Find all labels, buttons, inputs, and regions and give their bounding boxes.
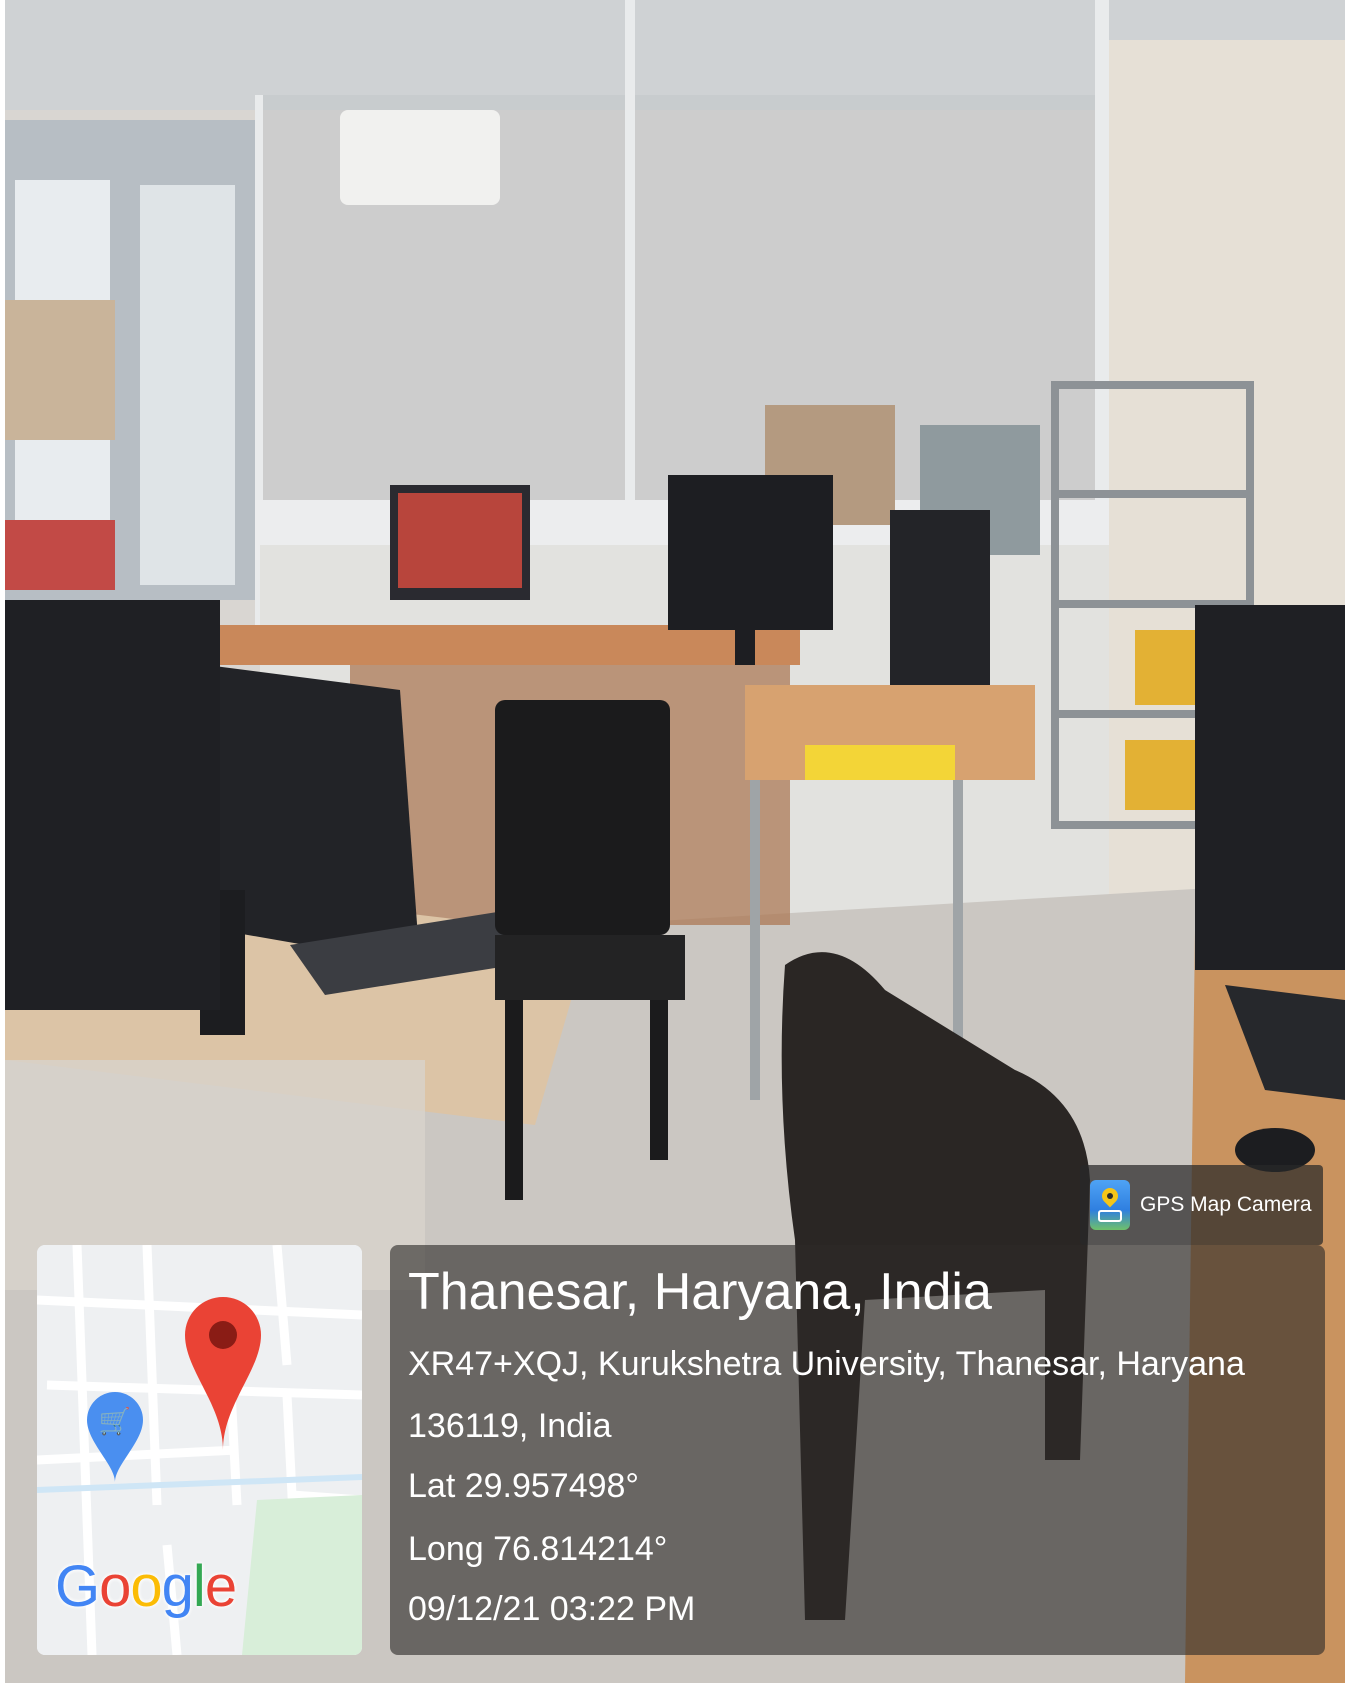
location-title: Thanesar, Haryana, India <box>408 1263 992 1321</box>
timestamp: 09/12/21 03:22 PM <box>408 1590 696 1628</box>
cart-glyph: 🛒 <box>99 1406 131 1437</box>
left-tower-pc <box>5 600 220 1010</box>
shelf-level <box>1055 490 1250 498</box>
air-conditioner <box>340 110 500 205</box>
back-desk-top <box>220 625 800 665</box>
black-chair-back <box>495 700 670 935</box>
gps-map-camera-app-icon <box>1090 1180 1130 1230</box>
chair-leg <box>505 1000 523 1200</box>
longitude-readout: Long 76.814214° <box>408 1530 668 1568</box>
badge-label: GPS Map Camera <box>1140 1193 1312 1216</box>
latitude-readout: Lat 29.957498° <box>408 1467 640 1505</box>
badge-camera-shape <box>1098 1210 1122 1222</box>
chair-leg <box>650 1000 668 1160</box>
outside-wall <box>5 520 115 590</box>
window-pane <box>140 185 235 585</box>
map-park <box>242 1495 362 1655</box>
table-leg <box>750 780 760 1100</box>
google-logo: Google <box>55 1554 237 1619</box>
outside-building <box>5 300 115 440</box>
address-postal-line: 136119, India <box>408 1407 612 1445</box>
black-chair-seat <box>495 935 685 1000</box>
yellow-box <box>1125 740 1200 810</box>
monitor-stand <box>735 630 755 665</box>
back-monitor-right <box>668 475 833 630</box>
location-pin-dot <box>209 1321 237 1349</box>
partition-frame <box>625 0 635 560</box>
yellow-folder <box>805 745 955 780</box>
address-line: XR47+XQJ, Kurukshetra University, Thanes… <box>408 1345 1245 1383</box>
yellow-box <box>1135 630 1205 705</box>
photo-frame: GPS Map Camera 🛒 Google Thanesar, Haryan… <box>0 0 1356 1683</box>
badge-pin-dot <box>1107 1193 1113 1199</box>
gps-map-camera-badge: GPS Map Camera <box>1080 1165 1323 1245</box>
right-tower-pc <box>1195 605 1345 970</box>
monitor-screen-desktop <box>398 493 522 588</box>
